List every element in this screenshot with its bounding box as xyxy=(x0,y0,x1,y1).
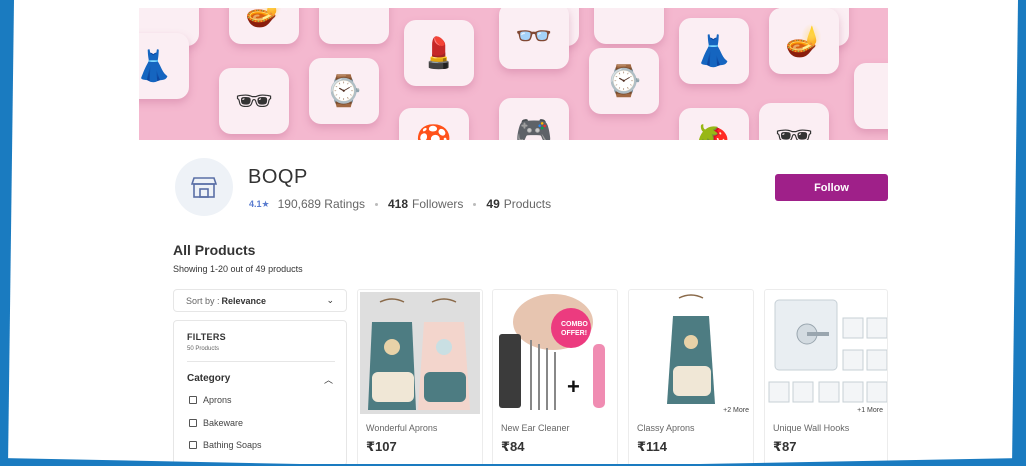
checkbox[interactable] xyxy=(189,441,197,449)
sort-value: Relevance xyxy=(221,295,267,306)
fruit-icon: 🍓 xyxy=(679,108,749,140)
filters-title: FILTERS xyxy=(187,332,226,342)
svg-text:OFFER!: OFFER! xyxy=(561,330,587,337)
shop-name: BOQP xyxy=(248,166,308,188)
separator-dot xyxy=(473,202,477,206)
more-variants[interactable]: +2 More xyxy=(723,407,749,414)
dress-icon: 👗 xyxy=(679,18,749,84)
product-name[interactable]: Unique Wall Hooks xyxy=(773,423,849,433)
filter-option-label: Aprons xyxy=(203,395,232,405)
filter-option-aprons[interactable]: Aprons xyxy=(189,395,232,405)
watch-icon: ⌚ xyxy=(589,48,659,114)
filters-panel: FILTERS 50 Products Category ︿ Aprons Ba… xyxy=(173,320,347,466)
sunglasses-icon: 🕶 xyxy=(759,103,829,140)
filter-option-label: Bathing Soaps xyxy=(203,440,262,450)
product-price: ₹87 xyxy=(773,439,797,454)
product-image[interactable]: COMBO OFFER! + xyxy=(495,292,615,414)
tile xyxy=(319,8,389,44)
filters-count: 50 Products xyxy=(187,346,220,352)
page-frame: 🪔 👗 🕶 ⌚ 💄 👓 🎮 🍄 ⌚ 👗 🪔 🕶 🍓 BOQP 4.1★ 190,… xyxy=(0,0,1026,466)
products-label: Products xyxy=(503,197,552,211)
product-image[interactable] xyxy=(631,292,751,414)
product-card[interactable]: Wonderful Aprons ₹107 xyxy=(357,289,483,466)
gamepad-icon: 🎮 xyxy=(499,98,569,140)
product-name[interactable]: Classy Aprons xyxy=(637,423,695,433)
lamp-icon: 🪔 xyxy=(769,8,839,74)
chevron-up-icon[interactable]: ︿ xyxy=(324,373,333,386)
sunglasses-icon: 🕶 xyxy=(219,68,289,134)
divider xyxy=(187,361,335,362)
product-name[interactable]: New Ear Cleaner xyxy=(501,423,570,433)
product-card[interactable]: +1 More Unique Wall Hooks ₹87 xyxy=(764,289,888,466)
tile xyxy=(854,63,888,129)
tile xyxy=(594,8,664,44)
product-card[interactable]: COMBO OFFER! + New Ear Cleaner ₹84 xyxy=(492,289,618,466)
product-image[interactable] xyxy=(767,292,887,414)
product-image[interactable] xyxy=(360,292,480,414)
rating-badge: 4.1★ xyxy=(249,198,270,209)
filter-option-label: Bakeware xyxy=(203,418,244,428)
chevron-down-icon: ⌄ xyxy=(326,295,334,305)
watch-icon: ⌚ xyxy=(309,58,379,124)
toy-icon: 🍄 xyxy=(399,108,469,140)
svg-text:+: + xyxy=(567,374,580,399)
checkbox[interactable] xyxy=(189,396,197,404)
products-count: 49 xyxy=(486,197,500,211)
followers-count: 418 xyxy=(388,197,409,211)
follow-button[interactable]: Follow xyxy=(775,174,888,201)
sunglasses-icon: 👓 xyxy=(499,8,569,69)
sort-dropdown[interactable]: Sort by : Relevance ⌄ xyxy=(173,289,347,312)
shop-stats: 4.1★ 190,689 Ratings 418 Followers 49 Pr… xyxy=(249,197,551,211)
ratings-count: 190,689 Ratings xyxy=(277,197,365,211)
category-heading[interactable]: Category xyxy=(187,373,230,384)
followers-label: Followers xyxy=(412,197,464,211)
checkbox[interactable] xyxy=(189,419,197,427)
filter-option-bakeware[interactable]: Bakeware xyxy=(189,418,243,428)
product-name[interactable]: Wonderful Aprons xyxy=(366,423,437,433)
more-variants[interactable]: +1 More xyxy=(857,407,883,414)
sort-label: Sort by : xyxy=(186,295,220,306)
product-card[interactable]: +2 More Classy Aprons ₹114 xyxy=(628,289,754,466)
product-price: ₹114 xyxy=(637,439,668,454)
filter-option-bathing-soaps[interactable]: Bathing Soaps xyxy=(189,440,262,450)
page-title: All Products xyxy=(173,242,256,258)
lamp-icon: 🪔 xyxy=(229,8,299,44)
lipstick-icon: 💄 xyxy=(404,20,474,86)
svg-text:COMBO: COMBO xyxy=(561,321,588,328)
dress-icon: 👗 xyxy=(139,33,189,99)
product-price: ₹107 xyxy=(366,439,397,454)
results-count: Showing 1-20 out of 49 products xyxy=(173,264,303,274)
product-price: ₹84 xyxy=(501,439,525,454)
storefront-icon xyxy=(175,158,233,216)
shop-banner: 🪔 👗 🕶 ⌚ 💄 👓 🎮 🍄 ⌚ 👗 🪔 🕶 🍓 xyxy=(139,8,888,140)
separator-dot xyxy=(375,202,378,206)
